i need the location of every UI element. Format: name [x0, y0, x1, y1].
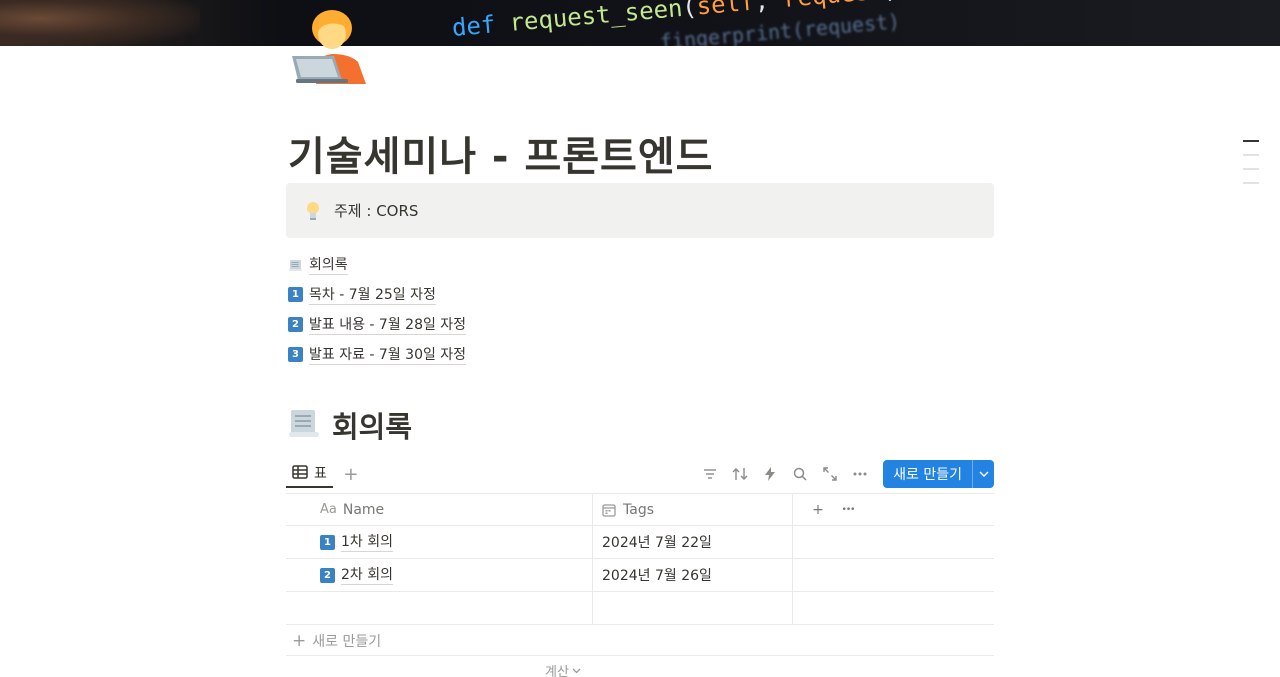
keycap-3-icon: 3 [288, 347, 304, 363]
more-options-icon[interactable]: ••• [833, 505, 863, 515]
column-header-actions: + ••• [793, 494, 994, 525]
code-keyword: def [450, 9, 511, 42]
table-row-empty[interactable] [286, 592, 994, 625]
row-title[interactable]: 2차 회의 [341, 566, 393, 585]
callout-text: 주제 : CORS [334, 202, 419, 220]
expand-icon[interactable] [815, 460, 845, 488]
cell-name[interactable]: 2 2차 회의 [286, 559, 593, 591]
toc-line-active[interactable] [1243, 140, 1259, 142]
column-header-name[interactable]: Aa Name [286, 494, 593, 525]
scroll-icon [288, 257, 304, 273]
sort-icon[interactable] [725, 460, 755, 488]
keycap-2-icon: 2 [288, 317, 304, 333]
scroll-icon [286, 405, 322, 445]
toc-line[interactable] [1243, 168, 1259, 170]
chevron-down-icon [572, 668, 581, 674]
keycap-1-icon: 1 [320, 534, 335, 550]
table-icon [292, 464, 308, 483]
add-view-button[interactable]: + [341, 464, 361, 485]
database-table: Aa Name Tags + ••• 1 1차 회의 2024년 7월 22일 … [286, 493, 994, 625]
row-title[interactable]: 1차 회의 [341, 533, 393, 552]
view-bar: 표 + 새로 만들기 [286, 459, 994, 489]
keycap-2-icon: 2 [320, 567, 335, 583]
search-icon[interactable] [785, 460, 815, 488]
database-title: 회의록 [332, 410, 413, 444]
table-row[interactable]: 1 1차 회의 2024년 7월 22일 [286, 526, 994, 559]
link-toc[interactable]: 1 목차 - 7월 25일 자정 [288, 280, 466, 310]
link-label: 목차 - 7월 25일 자정 [309, 286, 436, 305]
table-header-row: Aa Name Tags + ••• [286, 493, 994, 526]
link-presentation-content[interactable]: 2 발표 내용 - 7월 28일 자정 [288, 310, 467, 340]
column-header-tags[interactable]: Tags [593, 494, 793, 525]
keycap-1-icon: 1 [288, 287, 304, 303]
cover-image: def request_seen(self, request): fingerp… [0, 0, 1280, 46]
callout-block[interactable]: 주제 : CORS [286, 183, 994, 238]
code-arg: self [695, 0, 756, 21]
new-button-label[interactable]: 새로 만들기 [883, 460, 972, 488]
toc-line[interactable] [1243, 154, 1259, 156]
link-presentation-material[interactable]: 3 발표 자료 - 7월 30일 자정 [288, 340, 467, 370]
calculate-label: 계산 [545, 665, 569, 677]
cell-empty[interactable] [593, 592, 793, 624]
column-label: Tags [623, 501, 654, 518]
badge-number: 3 [288, 347, 303, 362]
automation-bolt-icon[interactable] [755, 460, 785, 488]
technologist-icon[interactable] [288, 4, 368, 84]
cover-glow [0, 0, 200, 46]
cell-empty[interactable] [793, 592, 994, 624]
add-row-label: 새로 만들기 [312, 633, 382, 650]
link-label: 발표 자료 - 7월 30일 자정 [309, 346, 467, 365]
cell-empty[interactable] [793, 526, 994, 558]
code-punc: ( [681, 0, 698, 22]
link-label: 발표 내용 - 7월 28일 자정 [309, 316, 467, 335]
toc-line[interactable] [1243, 182, 1259, 184]
link-minutes[interactable]: 회의록 [288, 250, 466, 280]
filter-icon[interactable] [695, 460, 725, 488]
badge-number: 2 [288, 317, 303, 332]
table-row[interactable]: 2 2차 회의 2024년 7월 26일 [286, 559, 994, 592]
cell-name[interactable]: 1 1차 회의 [286, 526, 593, 558]
code-function: request_seen [508, 0, 684, 37]
badge-number: 1 [288, 287, 303, 302]
page-link-list: 회의록 1 목차 - 7월 25일 자정 2 발표 내용 - 7월 28일 자정… [288, 250, 467, 370]
cell-empty[interactable] [286, 592, 593, 624]
more-options-icon[interactable] [845, 460, 875, 488]
tab-table-view[interactable]: 표 [286, 460, 333, 488]
view-toolbar: 새로 만들기 [695, 460, 994, 488]
chevron-down-icon[interactable] [972, 460, 994, 488]
add-row-button[interactable]: + 새로 만들기 [286, 626, 994, 656]
tab-label: 표 [314, 466, 327, 482]
column-label: Name [342, 501, 385, 518]
table-of-contents-indicator[interactable] [1243, 140, 1259, 196]
add-property-button[interactable]: + [803, 502, 833, 518]
code-punc: , [753, 0, 785, 16]
text-property-icon: Aa [320, 502, 337, 517]
database-heading[interactable]: 회의록 [286, 404, 412, 446]
new-record-button[interactable]: 새로 만들기 [883, 460, 994, 488]
calendar-icon [602, 503, 616, 517]
code-punc: ): [883, 0, 914, 4]
cell-tags[interactable]: 2024년 7월 22일 [593, 526, 793, 558]
link-label: 회의록 [309, 256, 348, 275]
page-title[interactable]: 기술세미나 - 프론트엔드 [288, 124, 713, 182]
calculate-button[interactable]: 계산 [545, 661, 581, 677]
cell-empty[interactable] [793, 559, 994, 591]
lightbulb-icon [302, 200, 324, 222]
cell-tags[interactable]: 2024년 7월 26일 [593, 559, 793, 591]
plus-icon: + [292, 630, 307, 651]
